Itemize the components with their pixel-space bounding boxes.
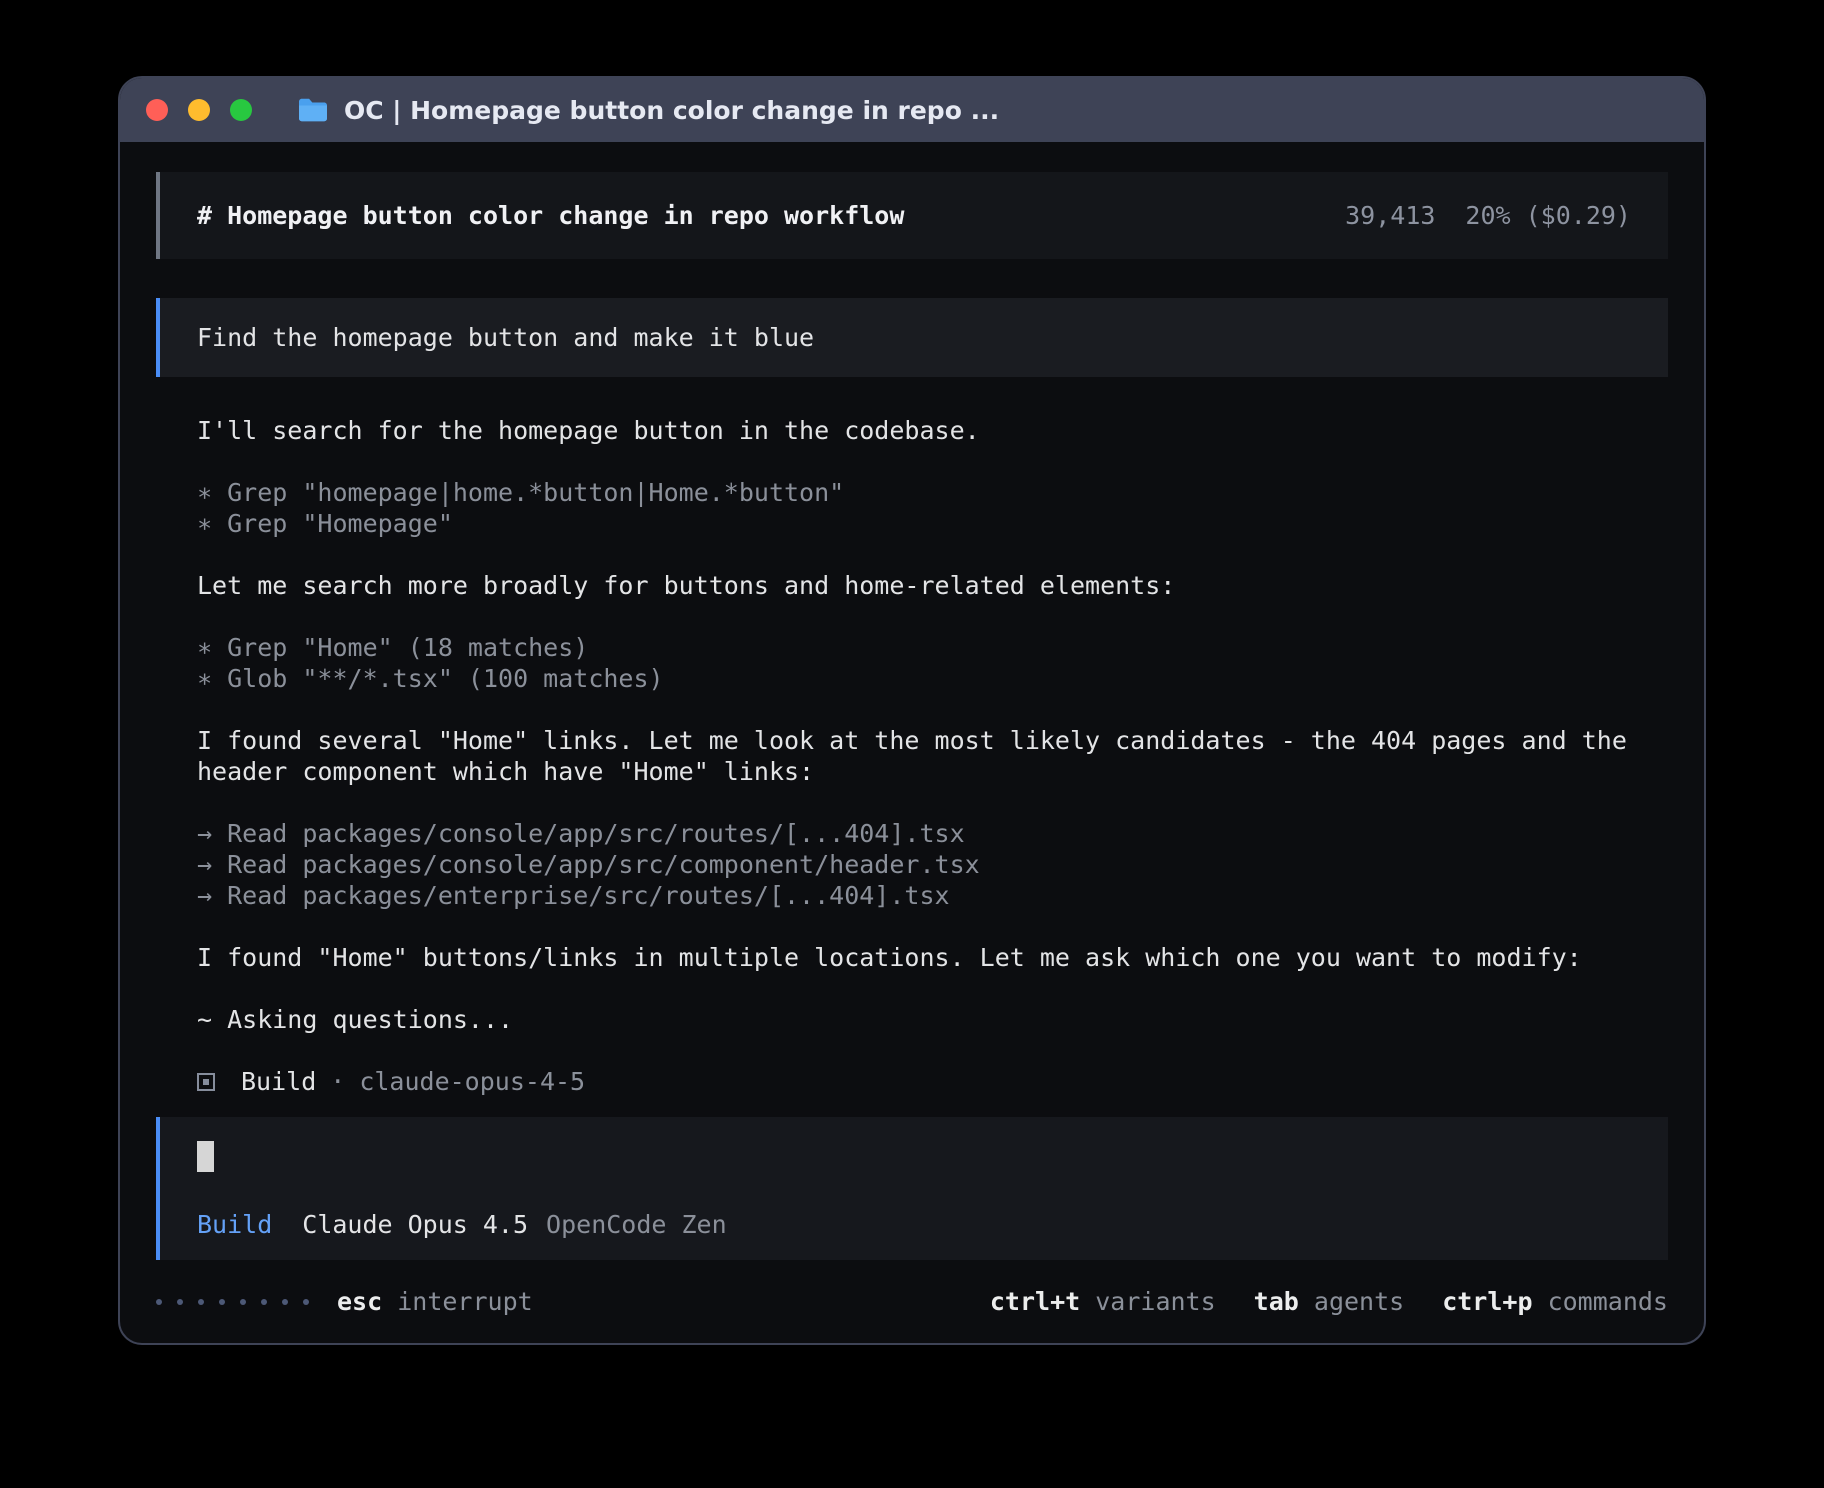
zoom-button[interactable] — [230, 99, 252, 121]
separator-dot: · — [330, 1066, 345, 1097]
window-titlebar[interactable]: OC | Homepage button color change in rep… — [120, 78, 1704, 142]
assistant-text: I found "Home" buttons/links in multiple… — [197, 942, 1668, 973]
agent-model: claude-opus-4-5 — [359, 1066, 585, 1097]
tool-call-read: → Read packages/enterprise/src/routes/[.… — [197, 880, 1668, 911]
session-metrics: 39,413 20% ($0.29) — [1345, 200, 1631, 231]
user-message: Find the homepage button and make it blu… — [156, 298, 1668, 377]
dot — [198, 1299, 204, 1305]
status-bar: esc interrupt ctrl+t variants tab agents… — [156, 1286, 1668, 1317]
tool-call-glob: ∗ Glob "**/*.tsx" (100 matches) — [197, 663, 1668, 694]
minimize-button[interactable] — [188, 99, 210, 121]
label-agents: agents — [1314, 1287, 1404, 1316]
agent-status: Build · claude-opus-4-5 — [197, 1066, 1668, 1097]
shortcut-group: ctrl+t variants tab agents ctrl+p comman… — [990, 1286, 1668, 1317]
model-label: Claude Opus 4.5 — [302, 1209, 528, 1240]
assistant-transcript: I'll search for the homepage button in t… — [197, 415, 1668, 1097]
tool-call-grep: ∗ Grep "Homepage" — [197, 508, 1668, 539]
label-variants: variants — [1095, 1287, 1215, 1316]
tool-call-read: → Read packages/console/app/src/componen… — [197, 849, 1668, 880]
shortcut-commands: ctrl+p commands — [1442, 1286, 1668, 1317]
agent-mode-label: Build — [197, 1209, 272, 1240]
dot — [219, 1299, 225, 1305]
provider-label: OpenCode Zen — [546, 1209, 727, 1240]
assistant-text: Let me search more broadly for buttons a… — [197, 570, 1668, 601]
tool-call-grep: ∗ Grep "homepage|home.*button|Home.*butt… — [197, 477, 1668, 508]
window-title: OC | Homepage button color change in rep… — [344, 96, 999, 125]
shortcut-interrupt: esc interrupt — [337, 1286, 533, 1317]
tool-call-group: ∗ Grep "Home" (18 matches) ∗ Glob "**/*.… — [197, 632, 1668, 694]
shortcut-agents: tab agents — [1254, 1286, 1405, 1317]
input-meta: Build Claude Opus 4.5 OpenCode Zen — [197, 1209, 1631, 1240]
key-tab: tab — [1254, 1287, 1299, 1316]
assistant-text: I found several "Home" links. Let me loo… — [197, 725, 1668, 787]
close-button[interactable] — [146, 99, 168, 121]
session-header: # Homepage button color change in repo w… — [156, 172, 1668, 259]
terminal-window: OC | Homepage button color change in rep… — [118, 76, 1706, 1345]
tool-call-group: ∗ Grep "homepage|home.*button|Home.*butt… — [197, 477, 1668, 539]
terminal-content: # Homepage button color change in repo w… — [120, 142, 1704, 1343]
folder-icon — [296, 96, 330, 124]
label-interrupt: interrupt — [397, 1287, 532, 1316]
tool-call-grep: ∗ Grep "Home" (18 matches) — [197, 632, 1668, 663]
working-status: ~ Asking questions... — [197, 1004, 1668, 1035]
key-ctrl-t: ctrl+t — [990, 1287, 1080, 1316]
user-message-text: Find the homepage button and make it blu… — [197, 323, 814, 352]
spinner-dots — [156, 1299, 309, 1305]
tool-call-read: → Read packages/console/app/src/routes/[… — [197, 818, 1668, 849]
dot — [282, 1299, 288, 1305]
assistant-text: I'll search for the homepage button in t… — [197, 415, 1668, 446]
key-ctrl-p: ctrl+p — [1442, 1287, 1532, 1316]
task-icon — [197, 1073, 215, 1091]
agent-name: Build — [241, 1066, 316, 1097]
key-esc: esc — [337, 1287, 382, 1316]
token-count: 39,413 — [1345, 200, 1435, 231]
traffic-lights — [146, 99, 252, 121]
text-cursor — [197, 1141, 214, 1172]
dot — [156, 1299, 162, 1305]
dot — [261, 1299, 267, 1305]
shortcut-variants: ctrl+t variants — [990, 1286, 1216, 1317]
session-title: # Homepage button color change in repo w… — [197, 200, 904, 231]
tool-call-group: → Read packages/console/app/src/routes/[… — [197, 818, 1668, 911]
prompt-input[interactable]: Build Claude Opus 4.5 OpenCode Zen — [156, 1117, 1668, 1260]
context-cost: 20% ($0.29) — [1465, 200, 1631, 231]
label-commands: commands — [1548, 1287, 1668, 1316]
dot — [303, 1299, 309, 1305]
window-title-group: OC | Homepage button color change in rep… — [296, 96, 999, 125]
dot — [240, 1299, 246, 1305]
dot — [177, 1299, 183, 1305]
